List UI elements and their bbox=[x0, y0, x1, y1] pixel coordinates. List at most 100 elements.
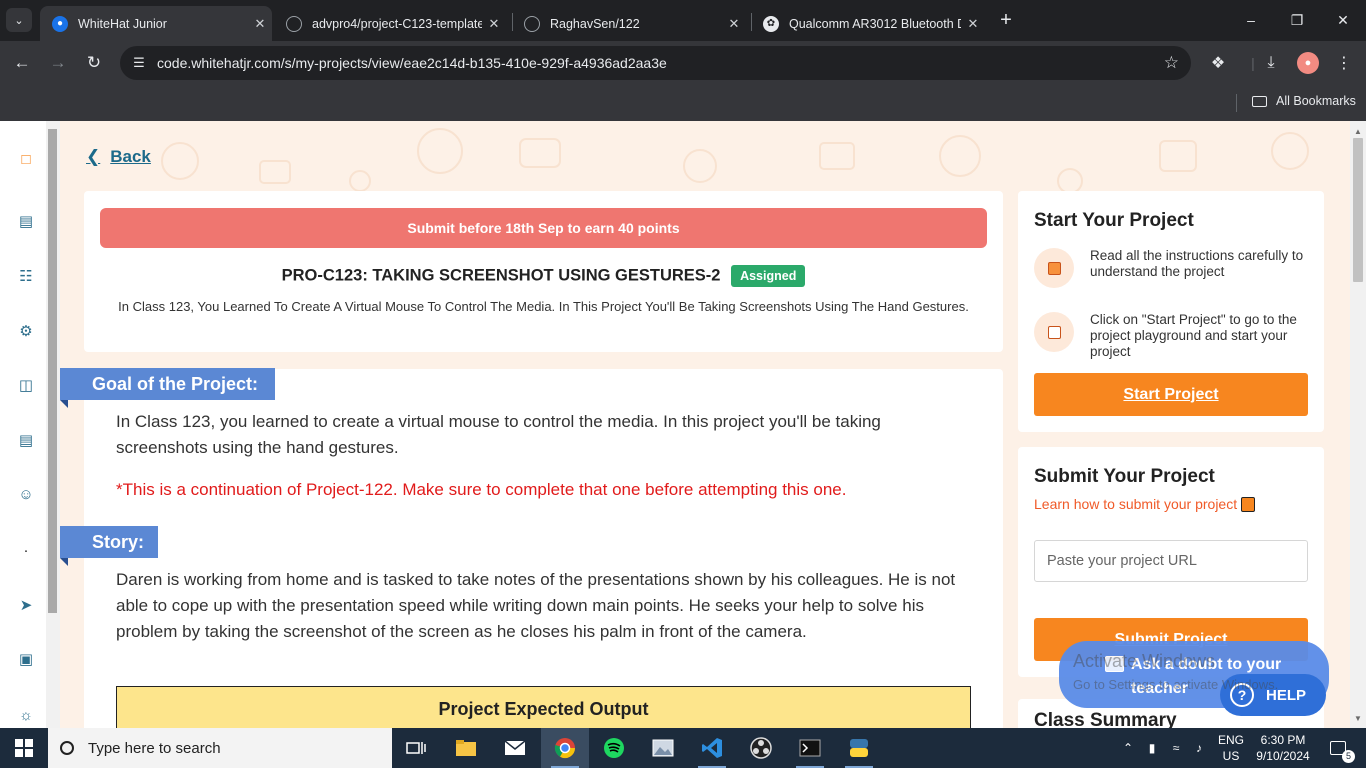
project-title: PRO-C123: TAKING SCREENSHOT USING GESTUR… bbox=[84, 265, 1003, 287]
start-project-button[interactable]: Start Project bbox=[1034, 373, 1308, 416]
start-heading: Start Your Project bbox=[1034, 210, 1194, 231]
language-code: ENG bbox=[1217, 733, 1244, 747]
bookmarks-divider bbox=[1236, 94, 1237, 112]
goal-text: In Class 123, you learned to create a vi… bbox=[116, 412, 881, 457]
battery-icon[interactable]: ▮ bbox=[1142, 728, 1162, 768]
chrome-icon[interactable] bbox=[541, 728, 589, 768]
activate-windows-title: Activate Windows bbox=[1073, 651, 1216, 671]
gallery-icon[interactable]: ▣ bbox=[15, 648, 37, 670]
dashboard-icon[interactable]: □ bbox=[15, 148, 37, 170]
project-page: ❮ Back Submit before 18th Sep to earn 40… bbox=[60, 121, 1350, 728]
close-icon[interactable]: ✕ bbox=[722, 16, 746, 32]
browser-tabstrip: ⌄ ● WhiteHat Junior ✕ advpro4/project-C1… bbox=[0, 0, 1366, 41]
restore-button[interactable]: ❐ bbox=[1274, 0, 1320, 40]
community-icon[interactable]: ⚙ bbox=[15, 320, 37, 342]
tab-chatgpt[interactable]: ✿ Qualcomm AR3012 Bluetooth D ✕ bbox=[751, 6, 985, 41]
theme-icon[interactable]: ☼ bbox=[15, 704, 37, 726]
clock[interactable]: 6:30 PM 9/10/2024 bbox=[1252, 728, 1314, 768]
clock-time: 6:30 PM bbox=[1260, 733, 1306, 747]
minimize-button[interactable]: – bbox=[1228, 0, 1274, 40]
task-view-icon[interactable] bbox=[392, 728, 440, 768]
address-bar[interactable]: ☰ code.whitehatjr.com/s/my-projects/view… bbox=[120, 46, 1191, 80]
scroll-down-icon[interactable]: ▼ bbox=[1350, 710, 1366, 726]
forward-arrow-icon[interactable]: → bbox=[44, 49, 72, 77]
expected-output-box: Project Expected Output bbox=[116, 686, 971, 728]
vscode-icon[interactable] bbox=[688, 728, 736, 768]
project-description: In Class 123, You Learned To Create A Vi… bbox=[118, 299, 969, 314]
tab-whitehat[interactable]: ● WhiteHat Junior ✕ bbox=[40, 6, 272, 41]
menu-kebab-icon[interactable]: ⋮ bbox=[1331, 50, 1357, 76]
bookmarks-bar: All Bookmarks bbox=[0, 85, 1366, 121]
photos-icon[interactable] bbox=[639, 728, 687, 768]
tray-overflow-icon[interactable]: ⌃ bbox=[1118, 728, 1138, 768]
status-badge: Assigned bbox=[731, 265, 806, 287]
github-icon bbox=[524, 15, 540, 32]
tab-label: WhiteHat Junior bbox=[78, 16, 167, 31]
url-text[interactable]: code.whitehatjr.com/s/my-projects/view/e… bbox=[157, 55, 667, 71]
rocket-icon[interactable]: ➤ bbox=[15, 594, 37, 616]
project-header-card: Submit before 18th Sep to earn 40 points… bbox=[84, 191, 1003, 352]
notification-count: 5 bbox=[1342, 750, 1355, 763]
site-settings-icon[interactable]: ☰ bbox=[130, 54, 148, 72]
obs-icon[interactable] bbox=[737, 728, 785, 768]
left-scrollbar-thumb[interactable] bbox=[48, 129, 57, 613]
tab-github-raghav[interactable]: RaghavSen/122 ✕ bbox=[512, 6, 746, 41]
tab-github-template[interactable]: advpro4/project-C123-template ✕ bbox=[274, 6, 506, 41]
clock-date: 9/10/2024 bbox=[1256, 749, 1310, 763]
start-button[interactable] bbox=[0, 728, 48, 768]
windows-taskbar: Type here to search ⌃ ▮ ≈ ♪ ENG US 6:30 … bbox=[0, 728, 1366, 768]
extensions-icon[interactable]: ❖ bbox=[1205, 50, 1231, 76]
reload-icon[interactable]: ↻ bbox=[80, 49, 108, 77]
search-icon bbox=[60, 741, 74, 755]
taskbar-search[interactable]: Type here to search bbox=[48, 728, 392, 768]
profile-avatar[interactable]: ● bbox=[1297, 52, 1319, 74]
playground-icon bbox=[1034, 312, 1074, 352]
new-tab-button[interactable]: + bbox=[994, 8, 1018, 32]
story-heading-tail bbox=[60, 558, 68, 566]
projects-icon[interactable]: ▤ bbox=[15, 429, 37, 451]
python-icon[interactable] bbox=[835, 728, 883, 768]
region-code: US bbox=[1222, 749, 1240, 763]
video-icon bbox=[1241, 496, 1256, 512]
class-summary-heading: Class Summary bbox=[1034, 710, 1177, 728]
notifications-button[interactable]: 5 bbox=[1318, 728, 1358, 768]
all-bookmarks-button[interactable]: All Bookmarks bbox=[1252, 94, 1356, 108]
wifi-icon[interactable]: ≈ bbox=[1166, 728, 1186, 768]
support-icon[interactable]: ☺ bbox=[15, 483, 37, 505]
volume-icon[interactable]: ♪ bbox=[1188, 728, 1210, 768]
close-icon[interactable]: ✕ bbox=[961, 16, 985, 32]
tab-label: RaghavSen/122 bbox=[550, 16, 640, 31]
goal-heading-tail bbox=[60, 400, 68, 408]
dot-icon: · bbox=[23, 541, 29, 559]
terminal-icon[interactable] bbox=[786, 728, 834, 768]
scroll-up-icon[interactable]: ▲ bbox=[1350, 123, 1366, 139]
close-icon[interactable]: ✕ bbox=[482, 16, 506, 32]
browser-toolbar: ← → ↻ ☰ code.whitehatjr.com/s/my-project… bbox=[0, 41, 1366, 85]
language-indicator[interactable]: ENG US bbox=[1212, 728, 1250, 768]
chevron-left-icon: ❮ bbox=[86, 147, 101, 166]
mail-icon[interactable] bbox=[491, 728, 539, 768]
notebook-icon[interactable]: ◫ bbox=[15, 374, 37, 396]
learn-submit-link[interactable]: Learn how to submit your project bbox=[1034, 496, 1256, 512]
bookmark-star-icon[interactable]: ☆ bbox=[1164, 53, 1179, 73]
download-icon[interactable]: ⤓ bbox=[1258, 50, 1284, 76]
book-icon[interactable]: ☷ bbox=[15, 265, 37, 287]
step-click-text: Click on "Start Project" to go to the pr… bbox=[1090, 312, 1297, 359]
tab-label: advpro4/project-C123-template bbox=[312, 16, 482, 31]
tab-search-button[interactable]: ⌄ bbox=[6, 8, 32, 32]
close-window-button[interactable]: ✕ bbox=[1320, 0, 1366, 40]
project-url-input[interactable] bbox=[1034, 540, 1308, 582]
back-arrow-icon[interactable]: ← bbox=[8, 49, 36, 77]
classes-icon[interactable]: ▤ bbox=[15, 210, 37, 232]
back-link[interactable]: ❮ Back bbox=[86, 147, 151, 167]
close-icon[interactable]: ✕ bbox=[248, 16, 272, 32]
page-scrollbar-thumb[interactable] bbox=[1353, 138, 1363, 282]
start-step-click: Click on "Start Project" to go to the pr… bbox=[1034, 312, 1312, 360]
file-explorer-icon[interactable] bbox=[442, 728, 490, 768]
all-bookmarks-label: All Bookmarks bbox=[1276, 94, 1356, 108]
tab-label: Qualcomm AR3012 Bluetooth D bbox=[789, 16, 961, 31]
chatgpt-icon: ✿ bbox=[763, 15, 779, 32]
story-text: Daren is working from home and is tasked… bbox=[116, 570, 956, 641]
spotify-icon[interactable] bbox=[590, 728, 638, 768]
submit-heading: Submit Your Project bbox=[1034, 466, 1215, 487]
